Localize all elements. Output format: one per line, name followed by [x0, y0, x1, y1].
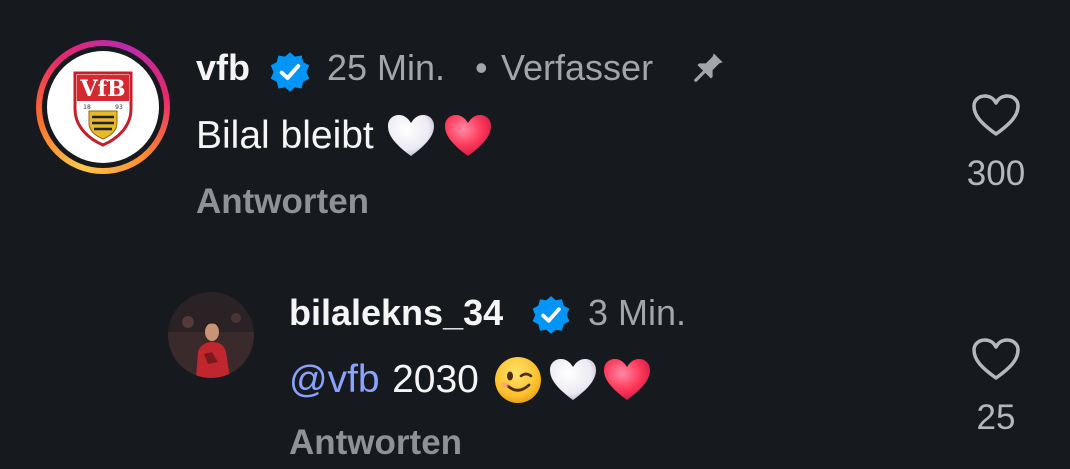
svg-text:93: 93: [115, 104, 123, 111]
comment-text: 2030: [392, 358, 479, 401]
pin-icon: [694, 53, 723, 82]
meta-separator: •: [475, 47, 488, 88]
reply-button[interactable]: Antworten: [196, 182, 369, 222]
mention-username: vfb: [327, 358, 380, 401]
avatar-bilalekns[interactable]: [168, 292, 254, 378]
reply-button[interactable]: Antworten: [289, 423, 462, 463]
story-ring[interactable]: VfB 18 93: [36, 40, 170, 174]
comment-text: Bilal bleibt: [196, 114, 374, 157]
like-count: 25: [976, 398, 1016, 437]
comment-username[interactable]: bilalekns_34: [289, 292, 503, 334]
like-heart-icon[interactable]: [970, 336, 1022, 382]
svg-text:VfB: VfB: [79, 76, 125, 102]
comment-timestamp: 25 Min.: [327, 47, 446, 88]
user-photo-icon: [168, 292, 254, 378]
author-label: Verfasser: [501, 47, 654, 88]
verified-badge-icon: [532, 296, 570, 334]
red-heart-emoji-icon: [444, 115, 491, 156]
verified-badge-icon: [270, 52, 310, 92]
comment-body: Bilal bleibt: [196, 113, 493, 163]
comment-body: @vfb 2030: [289, 355, 652, 405]
comment-timestamp: 3 Min.: [588, 292, 687, 333]
comment-username[interactable]: vfb: [196, 47, 250, 89]
threads-icon: @: [289, 359, 328, 401]
like-count: 300: [966, 154, 1026, 193]
red-heart-emoji-icon: [604, 359, 651, 400]
like-heart-icon[interactable]: [970, 92, 1022, 138]
mention-link[interactable]: @vfb: [289, 358, 380, 401]
white-heart-emoji-icon: [549, 359, 596, 400]
white-heart-emoji-icon: [388, 115, 435, 156]
avatar-vfb[interactable]: VfB 18 93: [47, 51, 159, 163]
vfb-crest-icon: VfB 18 93: [73, 71, 133, 147]
winking-face-emoji-icon: [495, 357, 542, 403]
svg-text:18: 18: [83, 104, 91, 111]
